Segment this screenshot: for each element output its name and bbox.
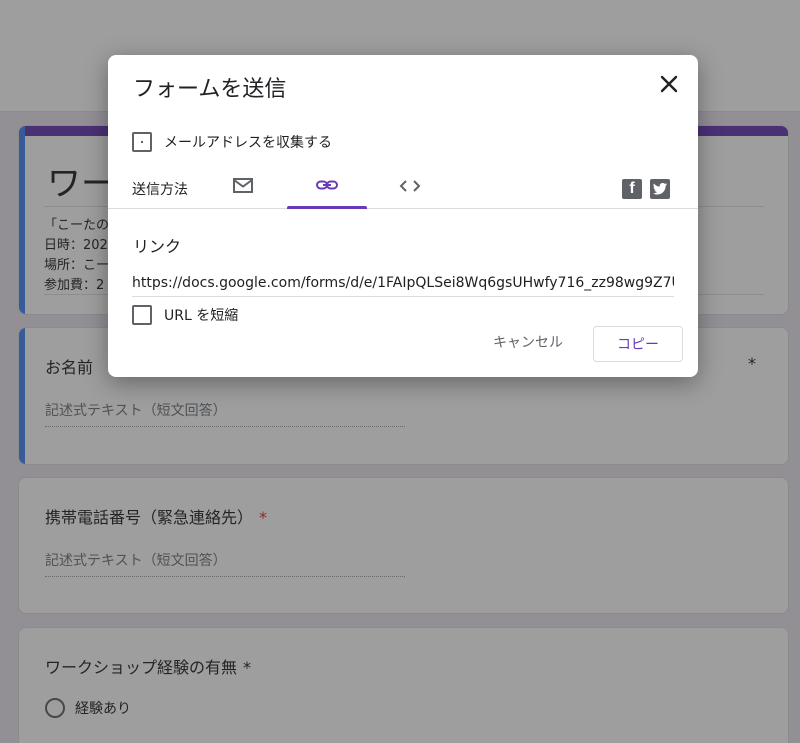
dialog-title: フォームを送信: [133, 77, 287, 102]
collect-email-checkbox[interactable]: [132, 132, 152, 152]
shorten-url-option[interactable]: URL を短縮: [132, 305, 238, 325]
close-button[interactable]: [656, 71, 682, 97]
send-method-label: 送信方法: [132, 182, 188, 198]
copy-button[interactable]: コピー: [593, 326, 683, 362]
collect-email-label: メールアドレスを収集する: [164, 135, 332, 151]
active-tab-indicator: [287, 206, 367, 209]
close-icon: [660, 75, 678, 93]
send-form-dialog: フォームを送信 メールアドレスを収集する 送信方法 f リンク https://…: [108, 55, 698, 377]
send-method-row: 送信方法 f: [108, 171, 698, 209]
form-url-field[interactable]: https://docs.google.com/forms/d/e/1FAIpQ…: [132, 275, 674, 297]
link-icon: [316, 180, 338, 190]
shorten-url-checkbox[interactable]: [132, 305, 152, 325]
shorten-url-label: URL を短縮: [164, 308, 239, 324]
link-heading: リンク: [133, 237, 182, 256]
collect-email-option[interactable]: メールアドレスを収集する: [132, 132, 332, 152]
twitter-share-button[interactable]: [650, 179, 670, 199]
cancel-button[interactable]: キャンセル: [487, 327, 569, 357]
embed-icon: [399, 180, 421, 192]
facebook-icon: f: [629, 180, 635, 197]
tab-email[interactable]: [203, 171, 283, 209]
tab-embed[interactable]: [370, 171, 450, 209]
twitter-icon: [653, 183, 667, 195]
email-icon: [233, 178, 253, 193]
tab-link[interactable]: [287, 171, 367, 209]
facebook-share-button[interactable]: f: [622, 179, 642, 199]
